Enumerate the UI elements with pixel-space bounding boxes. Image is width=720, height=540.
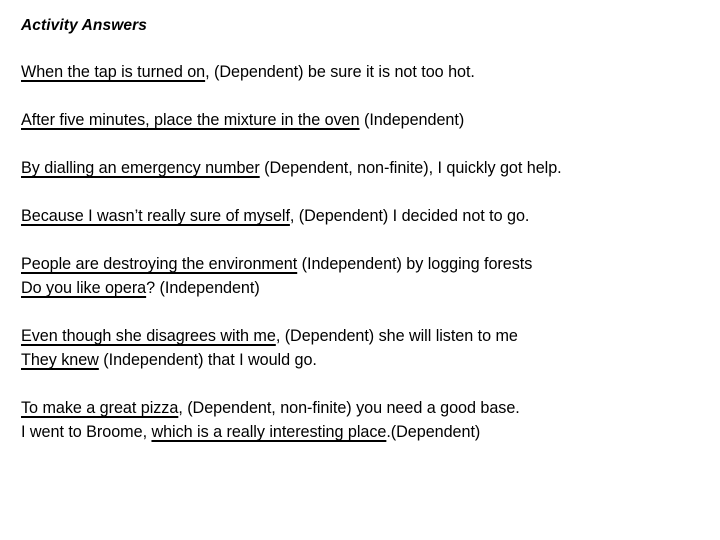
answer-paragraph: Even though she disagrees with me, (Depe… (21, 324, 701, 372)
answer-paragraph: When the tap is turned on, (Dependent) b… (21, 60, 701, 84)
underlined-clause: Do you like opera (21, 279, 147, 297)
answer-line: To make a great pizza, (Dependent, non-f… (21, 396, 701, 420)
slide-canvas: Activity Answers When the tap is turned … (0, 0, 720, 540)
underlined-clause: When the tap is turned on (21, 63, 206, 81)
plain-text: (Independent) by logging forests (297, 255, 533, 273)
plain-text: .(Dependent) (386, 423, 481, 441)
answer-line: When the tap is turned on, (Dependent) b… (21, 60, 701, 84)
plain-text: , (Dependent, non-finite) you need a goo… (178, 399, 520, 417)
answer-line: I went to Broome, which is a really inte… (21, 420, 701, 444)
answer-line: Do you like opera? (Independent) (21, 276, 701, 300)
answers-list: When the tap is turned on, (Dependent) b… (21, 60, 701, 444)
underlined-clause: By dialling an emergency number (21, 159, 260, 177)
page-title: Activity Answers (21, 17, 147, 34)
plain-text: , (Dependent) I decided not to go. (289, 207, 530, 225)
answer-line: People are destroying the environment (I… (21, 252, 701, 276)
answer-line: Because I wasn’t really sure of myself, … (21, 204, 701, 228)
plain-text: ? (Independent) (146, 279, 260, 297)
underlined-clause: To make a great pizza (21, 399, 179, 417)
underlined-clause: which is a really interesting place (151, 423, 387, 441)
answer-paragraph: To make a great pizza, (Dependent, non-f… (21, 396, 701, 444)
answer-line: Even though she disagrees with me, (Depe… (21, 324, 701, 348)
answer-line: They knew (Independent) that I would go. (21, 348, 701, 372)
answer-paragraph: Because I wasn’t really sure of myself, … (21, 204, 701, 228)
plain-text: , (Dependent) be sure it is not too hot. (205, 63, 475, 81)
plain-text: I went to Broome, (21, 423, 152, 441)
underlined-clause: People are destroying the environment (21, 255, 298, 273)
plain-text: (Independent) that I would go. (98, 351, 317, 369)
underlined-clause: They knew (21, 351, 99, 369)
underlined-clause: Even though she disagrees with me (21, 327, 276, 345)
answer-paragraph: After five minutes, place the mixture in… (21, 108, 701, 132)
answer-line: By dialling an emergency number (Depende… (21, 156, 701, 180)
answer-paragraph: By dialling an emergency number (Depende… (21, 156, 701, 180)
answer-paragraph: People are destroying the environment (I… (21, 252, 701, 300)
plain-text: (Independent) (359, 111, 465, 129)
plain-text: , (Dependent) she will listen to me (275, 327, 518, 345)
plain-text: (Dependent, non-finite), I quickly got h… (259, 159, 562, 177)
answer-line: After five minutes, place the mixture in… (21, 108, 701, 132)
underlined-clause: After five minutes, place the mixture in… (21, 111, 360, 129)
underlined-clause: Because I wasn’t really sure of myself (21, 207, 290, 225)
